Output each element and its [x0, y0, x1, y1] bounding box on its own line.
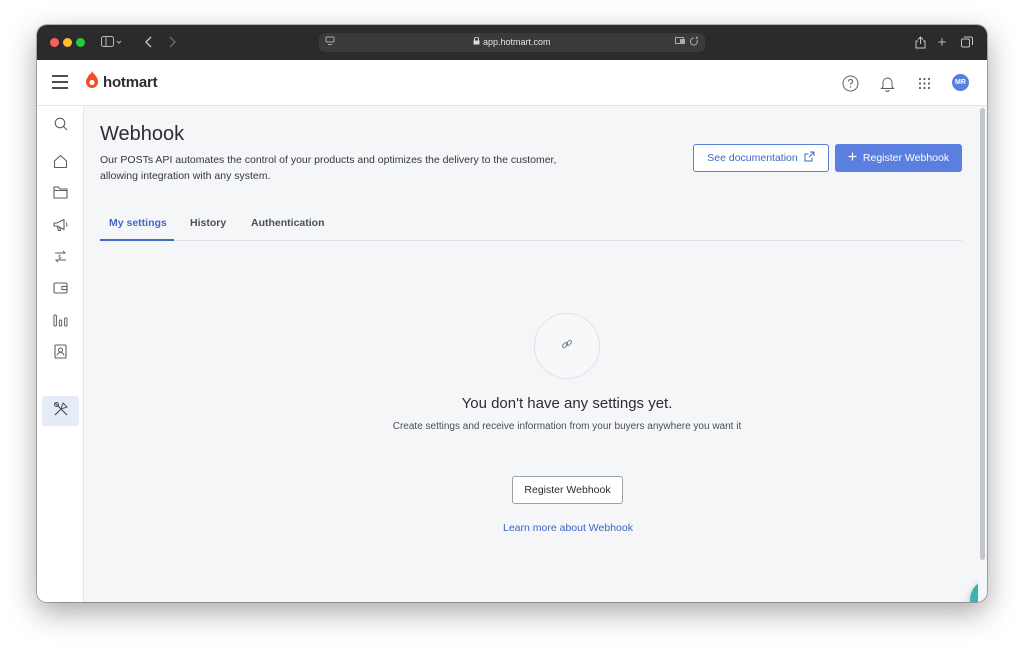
browser-titlebar: app.hotmart.com +: [37, 25, 987, 60]
sidebar-item-home[interactable]: [42, 149, 79, 179]
money-transfer-icon: $: [53, 249, 68, 269]
new-tab-icon[interactable]: +: [935, 33, 949, 51]
avatar[interactable]: MR: [952, 74, 969, 91]
sidebar-item-analytics[interactable]: [42, 308, 79, 338]
active-tab-indicator: [100, 239, 174, 241]
learn-more-link[interactable]: Learn more about Webhook: [468, 522, 668, 534]
sidebar: $: [37, 106, 84, 602]
scrollbar[interactable]: [978, 106, 987, 602]
app-header: hotmart MR: [37, 60, 987, 106]
sidebar-item-marketing[interactable]: [42, 212, 79, 242]
home-icon: [53, 154, 68, 174]
sidebar-item-search[interactable]: [42, 111, 79, 141]
empty-state-subtitle: Create settings and receive information …: [392, 421, 742, 432]
forward-icon[interactable]: [165, 33, 179, 51]
empty-state-title: You don't have any settings yet.: [461, 395, 673, 412]
tab-my-settings[interactable]: My settings: [109, 217, 167, 229]
tools-icon: [53, 401, 69, 422]
hotmart-logo[interactable]: hotmart: [84, 70, 158, 95]
main-content: Webhook Our POSTs API automates the cont…: [85, 106, 987, 602]
bar-chart-icon: [53, 314, 68, 332]
register-webhook-button[interactable]: Register Webhook: [835, 144, 962, 172]
bell-icon[interactable]: [877, 73, 897, 93]
see-documentation-button[interactable]: See documentation: [693, 144, 829, 172]
plus-icon: [848, 152, 857, 164]
minimize-window-button[interactable]: [63, 38, 72, 47]
share-icon[interactable]: [913, 33, 927, 51]
link-icon: [561, 337, 573, 355]
back-icon[interactable]: [142, 33, 156, 51]
menu-icon[interactable]: [52, 75, 68, 89]
contact-card-icon: [54, 344, 67, 364]
url-text: app.hotmart.com: [319, 36, 705, 47]
svg-text:$: $: [58, 254, 62, 261]
address-bar[interactable]: app.hotmart.com: [319, 33, 705, 52]
wallet-icon: [53, 281, 68, 299]
sidebar-item-wallet[interactable]: [42, 275, 79, 305]
empty-register-webhook-button[interactable]: Register Webhook: [512, 476, 623, 504]
sidebar-item-sales[interactable]: $: [42, 244, 79, 274]
tab-history[interactable]: History: [190, 217, 226, 229]
apps-grid-icon[interactable]: [914, 73, 934, 93]
flame-icon: [84, 70, 100, 95]
sidebar-item-contacts[interactable]: [42, 339, 79, 369]
tab-overview-icon[interactable]: [960, 33, 974, 51]
sidebar-item-tools[interactable]: [42, 396, 79, 426]
search-icon: [54, 117, 68, 136]
scrollbar-thumb[interactable]: [980, 108, 985, 560]
close-window-button[interactable]: [50, 38, 59, 47]
external-link-icon: [804, 151, 815, 165]
page-description: Our POSTs API automates the control of y…: [100, 154, 557, 182]
tab-authentication[interactable]: Authentication: [251, 217, 325, 229]
maximize-window-button[interactable]: [76, 38, 85, 47]
help-icon[interactable]: [840, 73, 860, 93]
lock-icon: [473, 36, 483, 47]
browser-window: app.hotmart.com + hotmart MR $ Webhook O…: [37, 25, 987, 602]
sidebar-item-products[interactable]: [42, 180, 79, 210]
sidebar-toggle-icon[interactable]: [99, 33, 125, 51]
translate-reload-icons[interactable]: [675, 36, 699, 49]
tab-bar: My settings History Authentication: [100, 209, 962, 241]
megaphone-icon: [52, 218, 69, 237]
brand-name: hotmart: [103, 74, 158, 91]
folder-icon: [53, 186, 68, 204]
empty-state-illustration: [534, 313, 600, 379]
page-title: Webhook: [100, 123, 185, 145]
